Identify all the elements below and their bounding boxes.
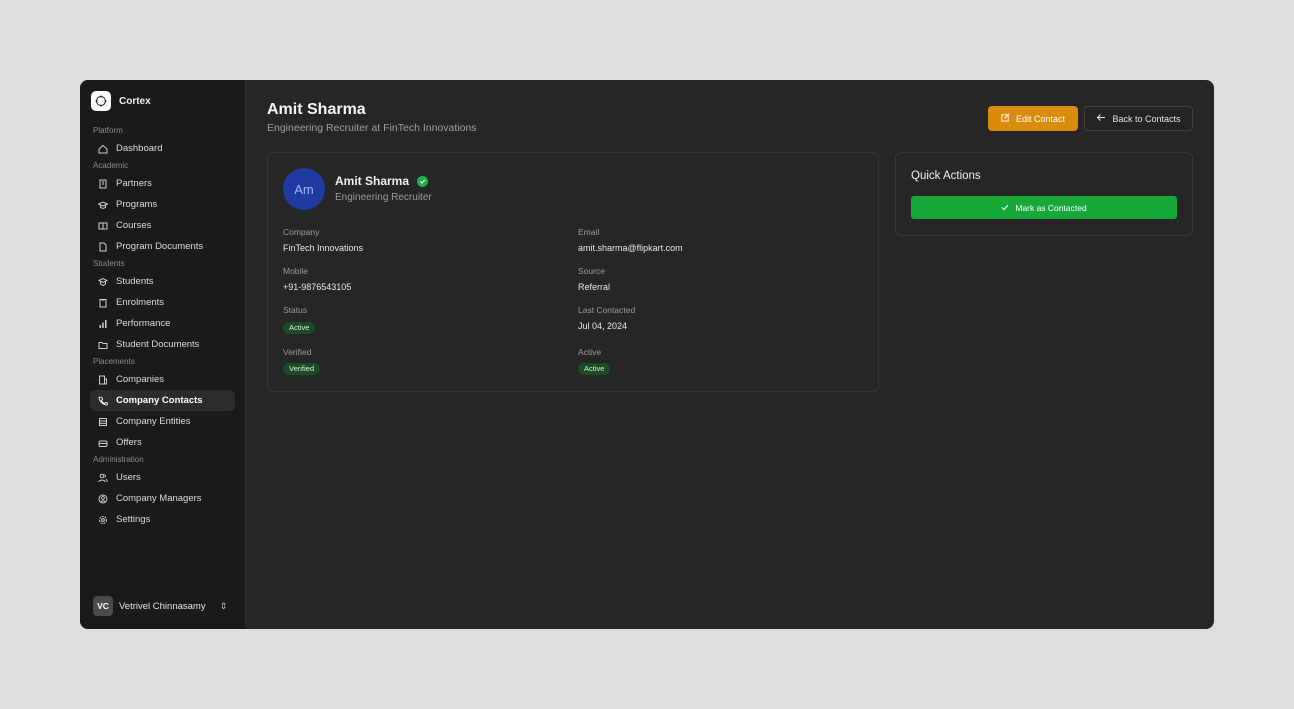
check-icon xyxy=(1001,203,1009,213)
last-contacted-label: Last Contacted xyxy=(578,305,636,315)
cortex-logo-icon xyxy=(91,91,111,111)
last-contacted-value: Jul 04, 2024 xyxy=(578,321,628,331)
sidebar-item-company-entities[interactable]: Company Entities xyxy=(90,411,235,432)
sidebar: Cortex Platform Dashboard Academic Partn… xyxy=(80,80,246,629)
section-label-platform: Platform xyxy=(93,126,123,135)
back-to-contacts-button[interactable]: Back to Contacts xyxy=(1084,106,1193,131)
edit-contact-label: Edit Contact xyxy=(1015,113,1066,124)
sidebar-item-label: Company Managers xyxy=(116,493,202,504)
clipboard-icon xyxy=(98,298,108,308)
folder-icon xyxy=(98,340,108,350)
contact-name: Amit Sharma xyxy=(335,174,429,188)
active-badge: Active xyxy=(578,363,611,375)
source-value: Referral xyxy=(578,282,611,292)
sidebar-item-students[interactable]: Students xyxy=(90,271,235,292)
brand[interactable]: Cortex xyxy=(91,91,151,111)
email-label: Email xyxy=(578,227,600,237)
mark-as-contacted-label: Mark as Contacted xyxy=(1015,202,1087,213)
quick-actions-title: Quick Actions xyxy=(911,170,981,182)
sidebar-item-label: Company Entities xyxy=(116,416,191,427)
sidebar-item-student-documents[interactable]: Student Documents xyxy=(90,334,235,355)
company-label: Company xyxy=(283,227,320,237)
sidebar-item-label: Dashboard xyxy=(116,143,163,154)
building-icon xyxy=(98,179,108,189)
quick-actions-card: Quick Actions Mark as Contacted xyxy=(895,152,1193,236)
students-icon xyxy=(98,277,108,287)
section-label-academic: Academic xyxy=(93,161,129,170)
graduation-cap-icon xyxy=(98,200,108,210)
briefcase-icon xyxy=(98,438,108,448)
users-icon xyxy=(98,473,108,483)
user-menu[interactable]: VC Vetrivel Chinnasamy ⇕ xyxy=(93,596,227,616)
avatar: VC xyxy=(93,596,113,616)
sidebar-item-partners[interactable]: Partners xyxy=(90,173,235,194)
sidebar-item-companies[interactable]: Companies xyxy=(90,369,235,390)
section-label-students: Students xyxy=(93,259,125,268)
bar-chart-icon xyxy=(98,319,108,329)
contact-role: Engineering Recruiter xyxy=(335,192,432,203)
user-circle-icon xyxy=(98,494,108,504)
sidebar-item-company-managers[interactable]: Company Managers xyxy=(90,488,235,509)
sidebar-item-enrolments[interactable]: Enrolments xyxy=(90,292,235,313)
sidebar-item-performance[interactable]: Performance xyxy=(90,313,235,334)
sidebar-item-label: Students xyxy=(116,276,154,287)
sidebar-nav: Platform Dashboard Academic Partners Pro… xyxy=(80,124,245,530)
sidebar-item-dashboard[interactable]: Dashboard xyxy=(90,138,235,159)
sidebar-item-label: Settings xyxy=(116,514,151,525)
mobile-label: Mobile xyxy=(283,266,309,276)
sidebar-item-label: Company Contacts xyxy=(116,395,203,406)
section-label-placements: Placements xyxy=(93,357,135,366)
mobile-value[interactable]: +91-9876543105 xyxy=(283,282,351,292)
contact-details-card: Am Amit Sharma Engineering Recruiter Com… xyxy=(267,152,879,392)
page-title: Amit Sharma xyxy=(267,101,366,118)
contact-name-text: Amit Sharma xyxy=(335,174,410,188)
sidebar-item-label: Offers xyxy=(116,437,142,448)
company-value: FinTech Innovations xyxy=(283,243,364,253)
sidebar-item-label: Partners xyxy=(116,178,152,189)
source-label: Source xyxy=(578,266,605,276)
status-badge: Active xyxy=(283,322,316,334)
status-label: Status xyxy=(283,305,308,315)
sidebar-item-label: Enrolments xyxy=(116,297,165,308)
sidebar-item-label: Users xyxy=(116,472,141,483)
database-icon xyxy=(98,417,108,427)
user-name: Vetrivel Chinnasamy xyxy=(119,600,206,612)
mark-as-contacted-button[interactable]: Mark as Contacted xyxy=(911,196,1177,219)
active-label: Active xyxy=(578,347,602,357)
back-to-contacts-label: Back to Contacts xyxy=(1112,113,1181,124)
verified-label: Verified xyxy=(283,347,312,357)
sidebar-item-courses[interactable]: Courses xyxy=(90,215,235,236)
gear-icon xyxy=(98,515,108,525)
verified-check-icon xyxy=(417,175,429,187)
edit-icon xyxy=(1001,113,1010,124)
sidebar-item-users[interactable]: Users xyxy=(90,467,235,488)
sidebar-item-label: Companies xyxy=(116,374,165,385)
chevron-up-down-icon: ⇕ xyxy=(219,600,228,611)
edit-contact-button[interactable]: Edit Contact xyxy=(988,106,1078,131)
sidebar-item-settings[interactable]: Settings xyxy=(90,509,235,530)
sidebar-item-program-documents[interactable]: Program Documents xyxy=(90,236,235,257)
arrow-left-icon xyxy=(1096,113,1106,124)
contact-avatar: Am xyxy=(283,168,325,210)
file-icon xyxy=(98,242,108,252)
sidebar-item-label: Student Documents xyxy=(116,339,200,350)
verified-badge: Verified xyxy=(283,363,321,375)
sidebar-item-company-contacts[interactable]: Company Contacts xyxy=(90,390,235,411)
book-icon xyxy=(98,221,108,231)
sidebar-item-label: Courses xyxy=(116,220,152,231)
sidebar-item-offers[interactable]: Offers xyxy=(90,432,235,453)
building-icon xyxy=(98,375,108,385)
main-content: Amit Sharma Engineering Recruiter at Fin… xyxy=(246,80,1214,629)
section-label-administration: Administration xyxy=(93,455,144,464)
sidebar-item-label: Program Documents xyxy=(116,241,204,252)
sidebar-item-programs[interactable]: Programs xyxy=(90,194,235,215)
home-icon xyxy=(98,144,108,154)
sidebar-item-label: Performance xyxy=(116,318,171,329)
email-value[interactable]: amit.sharma@flipkart.com xyxy=(578,243,683,253)
sidebar-item-label: Programs xyxy=(116,199,158,210)
app-window: Cortex Platform Dashboard Academic Partn… xyxy=(80,80,1214,629)
phone-icon xyxy=(98,396,108,406)
brand-name: Cortex xyxy=(119,95,151,107)
page-subtitle: Engineering Recruiter at FinTech Innovat… xyxy=(267,122,477,134)
